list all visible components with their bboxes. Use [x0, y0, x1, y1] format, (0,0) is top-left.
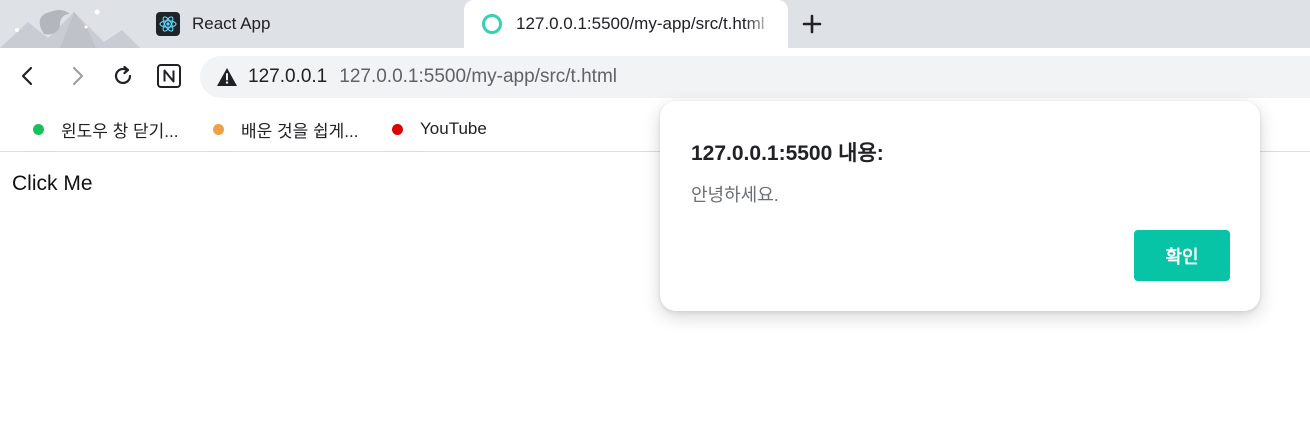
bookmark-label: YouTube — [420, 119, 487, 138]
tab-title: 127.0.0.1:5500/my-app/src/t.html — [516, 14, 765, 33]
url-host: 127.0.0.1 — [248, 66, 328, 87]
bookmark-favicon-icon — [33, 123, 44, 135]
url-text: 127.0.0.1:5500/my-app/src/t.html — [339, 66, 618, 87]
bookmark-label: 윈도우 창 닫기... — [61, 121, 179, 141]
theme-mountain-decoration — [0, 9, 140, 48]
bookmark-window-close[interactable]: 윈도우 창 닫기... — [33, 118, 179, 141]
new-tab-button[interactable] — [796, 8, 828, 40]
back-button[interactable] — [12, 60, 44, 92]
youtube-favicon-icon — [392, 123, 403, 135]
browser-toolbar: 127.0.0.1 127.0.0.1:5500/my-app/src/t.ht… — [0, 48, 1310, 104]
tab-strip: React App 127.0.0.1:5500/my-app/src/t.ht… — [0, 0, 1310, 48]
tab-current-page[interactable]: 127.0.0.1:5500/my-app/src/t.html — [464, 0, 788, 48]
address-bar[interactable]: 127.0.0.1 127.0.0.1:5500/my-app/src/t.ht… — [200, 56, 1310, 98]
tab-title: React App — [192, 14, 271, 33]
tab-react-app[interactable]: React App — [140, 0, 460, 48]
bookmark-label: 배운 것을 쉽게... — [241, 121, 359, 141]
bookmark-youtube[interactable]: YouTube — [392, 118, 487, 140]
reload-button[interactable] — [107, 60, 139, 92]
forward-arrow-icon — [72, 66, 84, 86]
ok-button[interactable]: 확인 — [1134, 230, 1230, 281]
forward-button[interactable] — [61, 60, 93, 92]
back-arrow-icon — [21, 66, 33, 86]
dialog-title: 127.0.0.1:5500 내용: — [691, 142, 884, 165]
click-me-text[interactable]: Click Me — [12, 172, 93, 196]
dialog-message: 안녕하세요. — [691, 185, 779, 205]
alert-dialog: 127.0.0.1:5500 내용: 안녕하세요. 확인 — [660, 101, 1260, 311]
bookmark-easy-learning[interactable]: 배운 것을 쉽게... — [213, 118, 359, 141]
bookmark-favicon-icon — [213, 123, 224, 135]
loading-ring-icon — [480, 12, 504, 36]
not-secure-warning-icon[interactable] — [216, 66, 238, 88]
plus-icon — [802, 14, 822, 34]
notion-icon — [157, 64, 181, 88]
notion-extension-button[interactable] — [153, 60, 185, 92]
reload-icon — [114, 65, 132, 85]
react-logo-icon — [156, 12, 180, 36]
